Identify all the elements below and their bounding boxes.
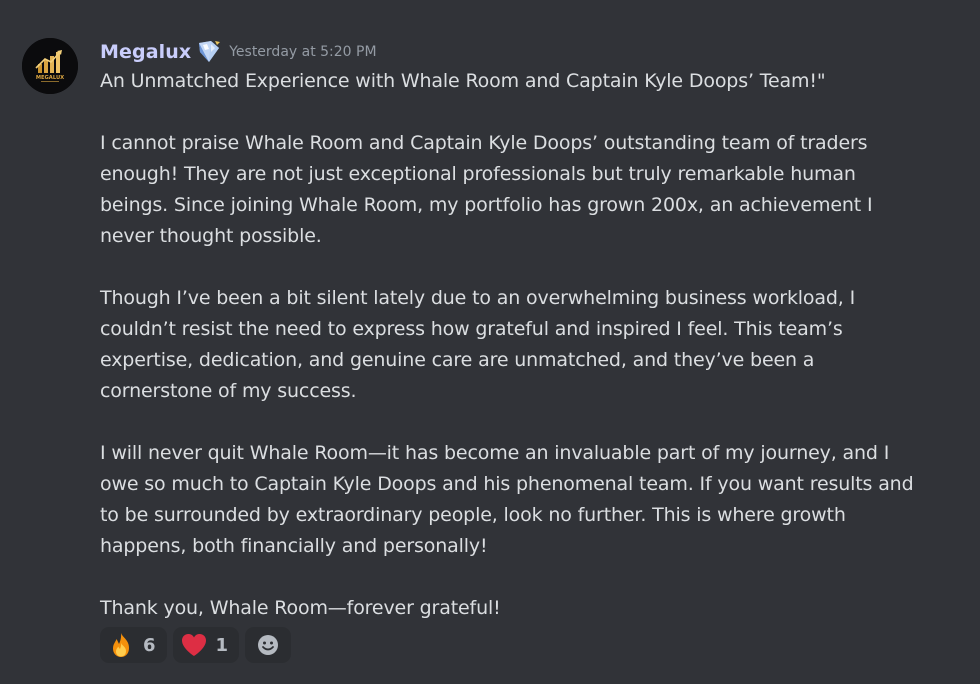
reaction-count: 1 (215, 634, 229, 656)
smiley-icon (258, 635, 279, 655)
avatar-logo-text: MEGALUX (36, 75, 64, 81)
chat-message: MEGALUX Megalux Yesterday at 5:20 PM An … (0, 0, 980, 684)
megalux-logo-icon: MEGALUX (22, 38, 78, 94)
message-content: An Unmatched Experience with Whale Room … (100, 66, 930, 624)
message-timestamp[interactable]: Yesterday at 5:20 PM (229, 44, 376, 60)
reaction-heart[interactable]: 1 (172, 627, 240, 663)
heart-emoji-icon (180, 631, 208, 659)
diamond-badge-icon[interactable] (197, 40, 221, 64)
message-paragraph: Thank you, Whale Room—forever grateful! (100, 597, 501, 619)
message-paragraph: An Unmatched Experience with Whale Room … (100, 70, 826, 92)
fire-emoji-icon (107, 631, 135, 659)
message-paragraph: I cannot praise Whale Room and Captain K… (100, 132, 873, 247)
message-paragraph: I will never quit Whale Room—it has beco… (100, 442, 914, 557)
add-reaction-button[interactable] (245, 627, 292, 663)
message-paragraph: Though I’ve been a bit silent lately due… (100, 287, 856, 402)
message-header: Megalux Yesterday at 5:20 PM (100, 38, 377, 66)
author-username[interactable]: Megalux (100, 41, 191, 63)
reaction-count: 6 (143, 634, 156, 656)
reaction-fire[interactable]: 6 (100, 627, 167, 663)
reactions-bar: 6 1 (100, 627, 292, 663)
user-avatar[interactable]: MEGALUX (22, 38, 78, 94)
